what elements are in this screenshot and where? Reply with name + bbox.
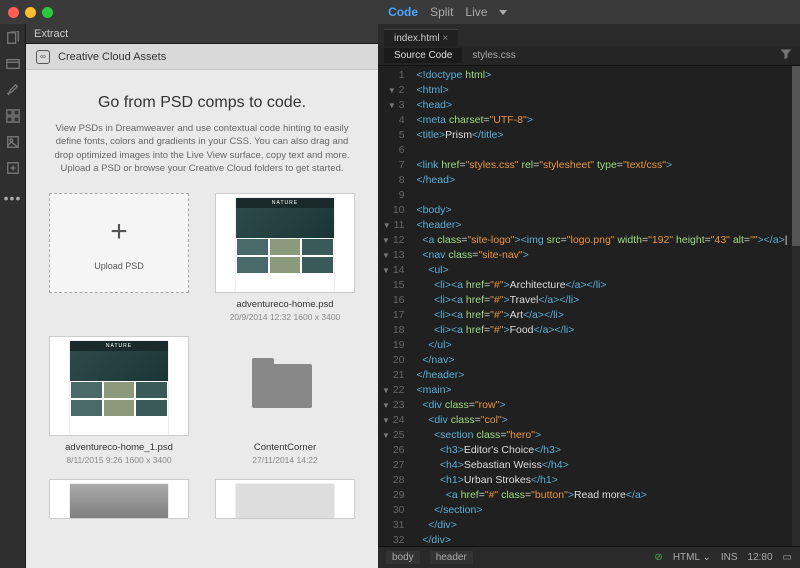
asset-card[interactable]: NATURE adventureco-home_1.psd 8/11/2015 … bbox=[46, 336, 192, 465]
status-bar: body header ⊘ HTML ⌄ INS 12:80 ▭ bbox=[378, 546, 800, 568]
file-tab[interactable]: index.html bbox=[384, 29, 458, 46]
styles-tab[interactable]: styles.css bbox=[462, 48, 525, 63]
scrollbar-track[interactable] bbox=[792, 66, 800, 546]
asset-folder-card[interactable]: ContentCorner 27/11/2014 14:22 bbox=[212, 336, 358, 465]
language-selector[interactable]: HTML ⌄ bbox=[673, 552, 711, 563]
manage-icon[interactable] bbox=[5, 56, 21, 72]
plus-icon: + bbox=[110, 215, 128, 249]
asset-meta: 20/9/2014 12:32 1600 x 3400 bbox=[212, 312, 358, 322]
asset-name: adventureco-home_1.psd bbox=[46, 442, 192, 453]
cursor-position: 12:80 bbox=[748, 552, 773, 563]
cc-assets-label: Creative Cloud Assets bbox=[58, 51, 166, 63]
code-lines[interactable]: <!doctype html><html><head><meta charset… bbox=[413, 66, 800, 546]
grid-icon[interactable] bbox=[5, 108, 21, 124]
chevron-down-icon[interactable] bbox=[499, 10, 507, 15]
creative-cloud-icon: ∞ bbox=[36, 50, 50, 64]
scrollbar-thumb[interactable] bbox=[792, 66, 800, 246]
asset-card[interactable] bbox=[212, 479, 358, 519]
status-ok-icon: ⊘ bbox=[654, 552, 662, 563]
maximize-window-icon[interactable] bbox=[42, 7, 53, 18]
overflow-icon[interactable]: ▭ bbox=[783, 552, 792, 563]
view-mode-switcher: Code Split Live bbox=[388, 5, 507, 19]
code-editor-panel: index.html Source Code styles.css 1▼ 2▼ … bbox=[378, 24, 800, 568]
minimize-window-icon[interactable] bbox=[25, 7, 36, 18]
tool-rail: ••• bbox=[0, 24, 26, 568]
window-controls bbox=[8, 7, 53, 18]
view-mode-live[interactable]: Live bbox=[465, 5, 487, 19]
asset-meta: 8/11/2015 9:26 1600 x 3400 bbox=[46, 455, 192, 465]
asset-name: ContentCorner bbox=[212, 442, 358, 453]
folder-icon bbox=[252, 364, 312, 408]
code-editor[interactable]: 1▼ 2▼ 345678910▼ 11▼ 12▼ 13▼ 14151617181… bbox=[378, 66, 800, 546]
breadcrumb[interactable]: body bbox=[386, 551, 420, 564]
insert-mode[interactable]: INS bbox=[721, 552, 738, 563]
filter-icon[interactable] bbox=[780, 48, 792, 63]
extract-description: View PSDs in Dreamweaver and use context… bbox=[46, 122, 358, 175]
source-code-tab[interactable]: Source Code bbox=[384, 48, 462, 63]
cc-assets-header: ∞ Creative Cloud Assets bbox=[26, 44, 378, 70]
extract-tab[interactable]: Extract bbox=[26, 24, 378, 44]
extract-title: Go from PSD comps to code. bbox=[46, 94, 358, 112]
assets-icon[interactable] bbox=[5, 134, 21, 150]
upload-label: Upload PSD bbox=[94, 261, 144, 271]
asset-card[interactable] bbox=[46, 479, 192, 519]
asset-card[interactable]: NATURE adventureco-home.psd 20/9/2014 12… bbox=[212, 193, 358, 322]
line-gutter: 1▼ 2▼ 345678910▼ 11▼ 12▼ 13▼ 14151617181… bbox=[378, 66, 413, 546]
asset-meta: 27/11/2014 14:22 bbox=[212, 455, 358, 465]
files-icon[interactable] bbox=[5, 30, 21, 46]
breadcrumb[interactable]: header bbox=[430, 551, 473, 564]
more-tools-icon[interactable]: ••• bbox=[4, 190, 22, 206]
extract-panel: Extract ∞ Creative Cloud Assets Go from … bbox=[26, 24, 378, 568]
asset-name: adventureco-home.psd bbox=[212, 299, 358, 310]
brush-icon[interactable] bbox=[5, 82, 21, 98]
view-mode-code[interactable]: Code bbox=[388, 5, 418, 19]
close-window-icon[interactable] bbox=[8, 7, 19, 18]
dom-icon[interactable] bbox=[5, 160, 21, 176]
file-tabs: index.html bbox=[378, 24, 800, 46]
titlebar: Code Split Live bbox=[0, 0, 800, 24]
upload-psd-card[interactable]: + Upload PSD bbox=[46, 193, 192, 322]
view-mode-split[interactable]: Split bbox=[430, 5, 453, 19]
